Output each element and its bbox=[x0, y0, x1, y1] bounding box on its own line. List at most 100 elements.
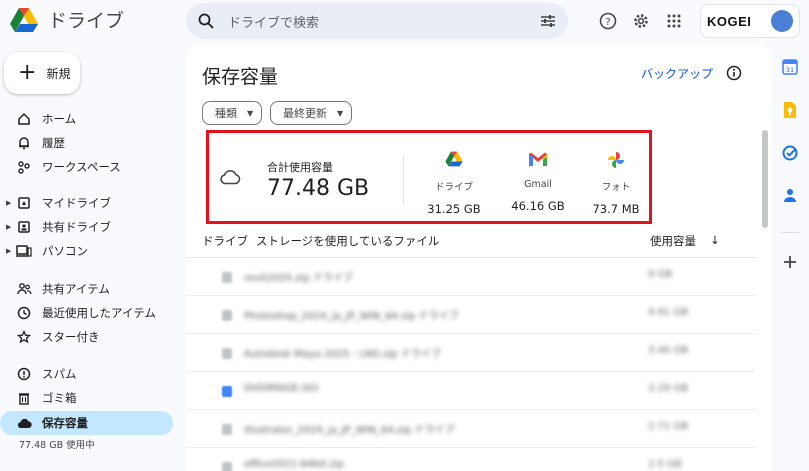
sidebar-item-label: 共有アイテム bbox=[42, 282, 110, 296]
sidebar-item-label: マイドライブ bbox=[42, 196, 111, 210]
sidebar-item-workspace[interactable]: ワークスペース bbox=[0, 155, 173, 179]
file-name: revit2025.zip ドライブ bbox=[244, 273, 353, 284]
avatar[interactable] bbox=[771, 10, 793, 32]
svg-text:?: ? bbox=[605, 17, 610, 28]
svg-text:31: 31 bbox=[786, 66, 794, 74]
settings-gear-icon[interactable] bbox=[631, 11, 651, 31]
chip-label: 種類 bbox=[215, 107, 237, 120]
total-usage-label: 合計使用容量 bbox=[267, 161, 333, 174]
cloud-icon bbox=[220, 170, 241, 185]
apps-grid-icon[interactable] bbox=[664, 11, 684, 31]
service-name: Gmail bbox=[524, 179, 552, 190]
sidebar-item-home[interactable]: ホーム bbox=[0, 107, 173, 131]
spam-icon bbox=[16, 366, 32, 382]
sidebar-item-label: ゴミ箱 bbox=[42, 391, 77, 405]
sidebar-item-shared-with-me[interactable]: 共有アイテム bbox=[0, 277, 173, 301]
bell-icon bbox=[16, 135, 32, 151]
type-filter-chip[interactable]: 種類 ▼ bbox=[202, 101, 263, 125]
files-column-header: ストレージを使用しているファイル bbox=[256, 234, 440, 248]
table-row[interactable]: office2021-64bit.zip 2.5 GB bbox=[186, 448, 756, 471]
sidebar-item-label: ホーム bbox=[42, 112, 77, 126]
divider bbox=[403, 155, 404, 205]
sidebar-item-history[interactable]: 履歴 bbox=[0, 131, 173, 155]
sidebar-item-label: スター付き bbox=[42, 330, 100, 344]
sidebar-item-trash[interactable]: ゴミ箱 bbox=[0, 386, 173, 410]
sidebar-item-computers[interactable]: ▶ パソコン bbox=[0, 239, 173, 263]
sidebar-item-label: 共有ドライブ bbox=[42, 220, 111, 234]
drive-icon bbox=[445, 151, 463, 167]
service-usage: 31.25 GB bbox=[427, 202, 481, 216]
file-size: 3.29 GB bbox=[648, 383, 689, 394]
usage-column-header[interactable]: 使用容量 bbox=[650, 233, 696, 249]
gmail-icon bbox=[529, 152, 547, 166]
org-logo: KOGEI bbox=[707, 13, 752, 29]
sort-arrow-icon[interactable]: ↓ bbox=[710, 233, 720, 247]
file-table-header: ドライブ ストレージを使用しているファイル 使用容量 ↓ bbox=[202, 233, 732, 253]
new-button[interactable]: + 新規 bbox=[4, 52, 80, 94]
drive-logo[interactable]: ドライブ bbox=[10, 6, 124, 33]
dropdown-arrow-icon: ▼ bbox=[337, 108, 344, 118]
sidebar-item-label: スパム bbox=[42, 367, 77, 381]
plus-icon: + bbox=[18, 60, 37, 85]
expand-caret-icon[interactable]: ▶ bbox=[6, 223, 11, 231]
add-addon-plus-icon[interactable] bbox=[780, 252, 800, 272]
photos-icon bbox=[608, 152, 624, 168]
file-icon bbox=[222, 348, 232, 359]
storage-summary-card: 合計使用容量 77.48 GB ドライブ 31.25 GB Gmail 46.1… bbox=[206, 130, 652, 224]
scrollbar[interactable] bbox=[762, 130, 768, 228]
sidebar-item-spam[interactable]: スパム bbox=[0, 362, 173, 386]
file-name: DVDIMAGE.ISO bbox=[244, 383, 319, 394]
star-icon bbox=[16, 329, 32, 345]
sidebar-item-label: 履歴 bbox=[42, 136, 65, 150]
file-name: office2021-64bit.zip bbox=[244, 459, 344, 470]
sidebar-item-recent[interactable]: 最近使用したアイテム bbox=[0, 301, 173, 325]
table-row[interactable]: Autodesk Maya 2025 - LNG.zip ドライブ 3.46 G… bbox=[186, 334, 756, 372]
file-icon bbox=[222, 272, 232, 283]
service-gmail: Gmail 46.16 GB bbox=[503, 151, 573, 213]
sidebar-item-label: パソコン bbox=[42, 244, 88, 258]
file-name: Illustrator_2024_ja_JP_WIN_64.zip ドライブ bbox=[244, 425, 455, 436]
people-icon bbox=[16, 281, 32, 297]
table-row[interactable]: Photoshop_2024_ja_JP_WIN_64.zip ドライブ 4.9… bbox=[186, 296, 756, 334]
shared-drive-icon bbox=[16, 219, 32, 235]
cloud-icon bbox=[16, 415, 32, 431]
search-icon[interactable] bbox=[198, 13, 214, 29]
file-size: 4.91 GB bbox=[648, 307, 689, 318]
info-icon[interactable] bbox=[726, 65, 742, 85]
my-drive-icon bbox=[16, 195, 32, 211]
backup-link[interactable]: バックアップ bbox=[641, 65, 713, 82]
chip-label: 最終更新 bbox=[283, 107, 327, 120]
search-bar[interactable]: ドライブで検索 bbox=[186, 3, 568, 39]
clock-icon bbox=[16, 305, 32, 321]
sidebar-item-label: 保存容量 bbox=[42, 416, 88, 430]
table-row[interactable]: revit2025.zip ドライブ 9 GB bbox=[186, 258, 756, 296]
expand-caret-icon[interactable]: ▶ bbox=[6, 247, 11, 255]
file-icon bbox=[222, 386, 232, 397]
sidebar-item-my-drive[interactable]: ▶ マイドライブ bbox=[0, 191, 173, 215]
keep-icon[interactable] bbox=[780, 100, 800, 120]
dropdown-arrow-icon: ▼ bbox=[247, 108, 254, 118]
divider bbox=[781, 232, 799, 233]
file-name: Photoshop_2024_ja_JP_WIN_64.zip ドライブ bbox=[244, 311, 459, 322]
file-icon bbox=[222, 424, 232, 435]
source-column-header[interactable]: ドライブ bbox=[202, 233, 248, 249]
sidebar-item-shared-drive[interactable]: ▶ 共有ドライブ bbox=[0, 215, 173, 239]
help-icon[interactable]: ? bbox=[598, 11, 618, 31]
file-icon bbox=[222, 462, 232, 471]
org-account-button[interactable]: KOGEI bbox=[700, 4, 800, 38]
tasks-icon[interactable] bbox=[780, 143, 800, 163]
modified-filter-chip[interactable]: 最終更新 ▼ bbox=[270, 101, 353, 125]
sidebar-item-starred[interactable]: スター付き bbox=[0, 325, 173, 349]
sidebar-item-storage[interactable]: 保存容量 bbox=[0, 411, 173, 435]
table-row[interactable]: DVDIMAGE.ISO 3.29 GB bbox=[186, 372, 756, 410]
new-button-label: 新規 bbox=[46, 66, 71, 81]
file-size: 3.46 GB bbox=[648, 345, 689, 356]
calendar-icon[interactable]: 31 bbox=[780, 57, 800, 77]
service-name: フォト bbox=[601, 182, 631, 193]
workspace-icon bbox=[16, 159, 32, 175]
search-input[interactable]: ドライブで検索 bbox=[228, 12, 540, 31]
search-options-icon[interactable] bbox=[540, 14, 556, 28]
table-row[interactable]: Illustrator_2024_ja_JP_WIN_64.zip ドライブ 2… bbox=[186, 410, 756, 448]
contacts-icon[interactable] bbox=[780, 185, 800, 205]
expand-caret-icon[interactable]: ▶ bbox=[6, 199, 11, 207]
